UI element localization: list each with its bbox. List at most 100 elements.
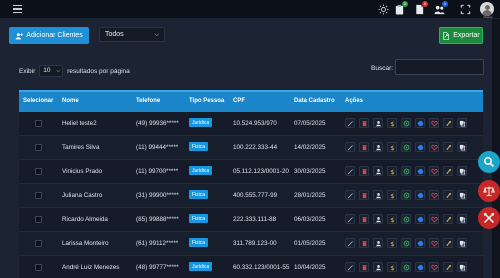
copy-action-button[interactable] (457, 262, 467, 272)
file-icon[interactable]: 0 (414, 1, 428, 15)
key-action-button[interactable] (443, 262, 453, 272)
header-select[interactable]: Selecionar (23, 98, 53, 104)
delete-action-button[interactable] (359, 142, 369, 152)
client-name[interactable]: André Luiz Menezes (62, 264, 119, 271)
row-select-checkbox[interactable] (35, 264, 42, 271)
user-action-button[interactable] (373, 238, 383, 248)
info-action-button[interactable] (415, 190, 425, 200)
delete-action-button[interactable] (359, 118, 369, 128)
edit-action-button[interactable] (345, 190, 355, 200)
edit-action-button[interactable] (345, 238, 355, 248)
info-action-button[interactable] (415, 214, 425, 224)
edit-action-button[interactable] (345, 118, 355, 128)
row-select-checkbox[interactable] (35, 192, 42, 199)
user-action-button[interactable] (373, 214, 383, 224)
user-action-button[interactable] (373, 190, 383, 200)
heart-action-button[interactable] (429, 118, 439, 128)
export-button[interactable]: Exportar (439, 27, 483, 44)
edit-action-button[interactable] (345, 166, 355, 176)
header-created-date[interactable]: Data Cadastro (294, 98, 335, 104)
key-action-button[interactable] (443, 214, 453, 224)
dollar-action-button[interactable]: $ (387, 262, 397, 272)
info-action-button[interactable] (415, 238, 425, 248)
info-action-button[interactable] (415, 142, 425, 152)
copy-action-button[interactable] (457, 142, 467, 152)
info-action-button[interactable] (415, 166, 425, 176)
key-action-button[interactable] (443, 238, 453, 248)
heart-action-button[interactable] (429, 214, 439, 224)
delete-action-button[interactable] (359, 166, 369, 176)
heart-action-button[interactable] (429, 238, 439, 248)
user-action-button[interactable] (373, 142, 383, 152)
client-name[interactable]: Heliel teste2 (62, 120, 97, 127)
dollar-action-button[interactable]: $ (387, 166, 397, 176)
dollar-action-button[interactable]: $ (387, 214, 397, 224)
row-select-checkbox[interactable] (35, 144, 42, 151)
whatsapp-action-button[interactable] (401, 214, 411, 224)
hamburger-icon[interactable] (13, 5, 22, 13)
header-person-type[interactable]: Tipo Pessoa (189, 98, 224, 104)
filter-select[interactable]: Todos ⌵ (99, 27, 165, 42)
edit-action-button[interactable] (345, 262, 355, 272)
heart-action-button[interactable] (429, 262, 439, 272)
row-select-checkbox[interactable] (35, 216, 42, 223)
fullscreen-icon[interactable] (460, 4, 471, 15)
add-clients-button[interactable]: Adicionar Clientes (9, 27, 89, 44)
user-action-button[interactable] (373, 262, 383, 272)
header-name[interactable]: Nome (62, 98, 79, 104)
key-icon (445, 144, 452, 151)
dollar-action-button[interactable]: $ (387, 190, 397, 200)
balance-fab[interactable] (478, 180, 500, 202)
row-select-checkbox[interactable] (35, 168, 42, 175)
key-action-button[interactable] (443, 166, 453, 176)
delete-action-button[interactable] (359, 238, 369, 248)
user-action-button[interactable] (373, 118, 383, 128)
heart-action-button[interactable] (429, 166, 439, 176)
key-action-button[interactable] (443, 190, 453, 200)
avatar[interactable] (480, 2, 494, 16)
users-icon[interactable]: 1 (434, 1, 448, 15)
edit-action-button[interactable] (345, 214, 355, 224)
delete-action-button[interactable] (359, 214, 369, 224)
client-name[interactable]: Juliana Castro (62, 192, 102, 199)
client-name[interactable]: Larissa Monteiro (62, 240, 109, 247)
row-select-checkbox[interactable] (35, 120, 42, 127)
header-cpf[interactable]: CPF (233, 98, 245, 104)
info-action-button[interactable] (415, 118, 425, 128)
edit-action-button[interactable] (345, 142, 355, 152)
copy-action-button[interactable] (457, 166, 467, 176)
dollar-action-button[interactable]: $ (387, 238, 397, 248)
whatsapp-action-button[interactable] (401, 190, 411, 200)
dollar-action-button[interactable]: $ (387, 142, 397, 152)
heart-action-button[interactable] (429, 190, 439, 200)
client-name[interactable]: Tamires Silva (62, 144, 99, 151)
whatsapp-action-button[interactable] (401, 166, 411, 176)
delete-action-button[interactable] (359, 262, 369, 272)
search-fab[interactable] (478, 151, 500, 173)
page-length-select[interactable]: 10 ⌵ (39, 65, 64, 77)
dollar-action-button[interactable]: $ (387, 118, 397, 128)
sun-icon[interactable] (378, 4, 389, 15)
user-action-button[interactable] (373, 166, 383, 176)
whatsapp-action-button[interactable] (401, 118, 411, 128)
client-name[interactable]: Vinicius Prado (62, 168, 102, 175)
row-select-checkbox[interactable] (35, 240, 42, 247)
key-action-button[interactable] (443, 118, 453, 128)
client-name[interactable]: Ricardo Almeida (62, 216, 108, 223)
heart-action-button[interactable] (429, 142, 439, 152)
delete-action-button[interactable] (359, 190, 369, 200)
copy-action-button[interactable] (457, 214, 467, 224)
clipboard-icon[interactable]: 0 (394, 1, 408, 15)
key-action-button[interactable] (443, 142, 453, 152)
search-input[interactable] (395, 59, 484, 75)
header-phone[interactable]: Telefone (136, 98, 160, 104)
whatsapp-action-button[interactable] (401, 142, 411, 152)
info-action-button[interactable] (415, 262, 425, 272)
tools-fab[interactable] (478, 207, 500, 229)
whatsapp-action-button[interactable] (401, 238, 411, 248)
copy-action-button[interactable] (457, 118, 467, 128)
copy-action-button[interactable] (457, 190, 467, 200)
whatsapp-action-button[interactable] (401, 262, 411, 272)
copy-action-button[interactable] (457, 238, 467, 248)
copy-icon (459, 240, 466, 247)
